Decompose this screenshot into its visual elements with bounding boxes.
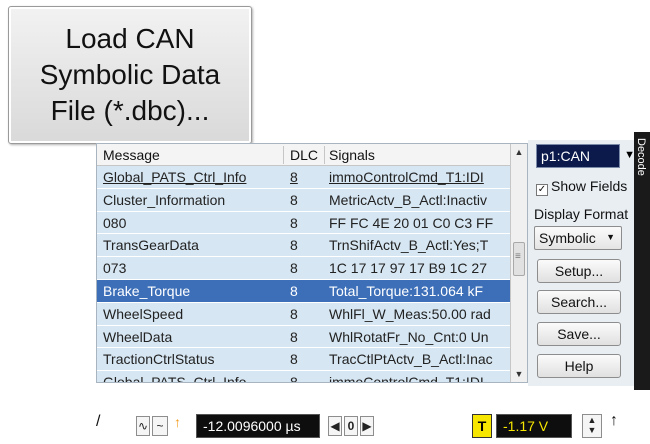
decode-tab[interactable]: Decode <box>634 132 650 390</box>
row-dlc: 8 <box>290 351 298 368</box>
row-dlc: 8 <box>290 191 298 208</box>
trigger-button[interactable]: T <box>472 414 492 438</box>
header-message[interactable]: Message <box>103 147 285 163</box>
table-row[interactable]: TractionCtrlStatus 8 TracCtlPtActv_B_Act… <box>97 348 511 372</box>
row-dlc: 8 <box>290 374 298 383</box>
row-signals: FF FC 4E 20 01 C0 C3 FF <box>329 214 494 231</box>
load-button-line-1: Load CAN <box>65 23 195 54</box>
table-vertical-scrollbar[interactable]: ▲ ▼ <box>510 144 527 382</box>
row-message: WheelSpeed <box>103 305 184 322</box>
show-fields-checkbox[interactable]: ✓ Show Fields <box>536 178 627 196</box>
row-message: Global_PATS_Ctrl_Info <box>103 169 247 185</box>
row-dlc: 8 <box>290 305 298 322</box>
scrollbar-thumb[interactable] <box>513 242 525 276</box>
row-signals: TrnShifActv_B_Actl:Yes;T <box>329 237 489 254</box>
table-row[interactable]: Cluster_Information 8 MetricActv_B_Actl:… <box>97 188 511 212</box>
row-signals: TracCtlPtActv_B_Actl:Inac <box>329 351 493 368</box>
channel-select[interactable]: p1:CAN ▼ <box>536 144 635 168</box>
bottom-toolbar: / ∿ ~ ↑ -12.0096000 µs ◀ 0 ▶ T -1.17 V ▲… <box>96 404 650 444</box>
row-message: TractionCtrlStatus <box>103 351 215 368</box>
row-signals: immoControlCmd_T1:IDI <box>329 374 484 383</box>
level-spinner-icon[interactable]: ▲ ▼ <box>582 414 602 438</box>
message-table: Message DLC Signals Global_PATS_Ctrl_Inf… <box>96 143 528 383</box>
header-dlc[interactable]: DLC <box>290 147 326 163</box>
row-dlc: 8 <box>290 260 298 277</box>
row-message: WheelData <box>103 328 173 345</box>
nav-right-icon[interactable]: ▶ <box>360 416 374 436</box>
trigger-edge-icon: ↑ <box>610 412 618 429</box>
display-format-label: Display Format <box>534 206 629 222</box>
table-rows: Global_PATS_Ctrl_Info 8 immoControlCmd_T… <box>97 166 511 383</box>
row-signals: WhlRotatFr_No_Cnt:0 Un <box>329 328 489 345</box>
triangle-down-icon[interactable]: ▼ <box>511 366 527 382</box>
header-signals[interactable]: Signals <box>329 147 505 163</box>
setup-button[interactable]: Setup... <box>537 259 621 283</box>
table-row[interactable]: Global_PATS_Ctrl_Info 8 immoControlCmd_T… <box>97 371 511 383</box>
display-format-value: Symbolic <box>539 230 596 246</box>
triangle-up-icon[interactable]: ▲ <box>511 144 527 160</box>
row-dlc: 8 <box>290 214 298 231</box>
row-signals: WhlFl_W_Meas:50.00 rad <box>329 305 491 322</box>
trigger-level-field[interactable]: -1.17 V <box>496 414 572 438</box>
row-dlc: 8 <box>290 328 298 345</box>
row-signals: Total_Torque:131.064 kF <box>329 282 484 299</box>
channel-select-value: p1:CAN <box>541 148 591 164</box>
help-button[interactable]: Help <box>537 354 621 378</box>
row-message: Cluster_Information <box>103 191 226 208</box>
table-row-selected[interactable]: Brake_Torque 8 Total_Torque:131.064 kF <box>97 279 511 303</box>
row-message: 073 <box>103 260 127 277</box>
chevron-down-icon: ▼ <box>606 232 615 242</box>
search-button[interactable]: Search... <box>537 290 621 314</box>
table-row[interactable]: TransGearData 8 TrnShifActv_B_Actl:Yes;T <box>97 234 511 258</box>
save-button[interactable]: Save... <box>537 322 621 346</box>
waveform-icon[interactable]: ∿ <box>136 416 150 436</box>
row-message: Global_PATS_Ctrl_Info <box>103 374 247 383</box>
decode-tab-label: Decode <box>635 138 647 176</box>
row-message: Brake_Torque <box>103 282 191 299</box>
edge-marker-icon: ↑ <box>174 414 181 430</box>
load-can-symbolic-data-button[interactable]: Load CAN Symbolic Data File (*.dbc)... <box>8 6 252 144</box>
load-button-line-2: Symbolic Data <box>39 59 221 90</box>
nav-value[interactable]: 0 <box>344 416 358 436</box>
table-header: Message DLC Signals <box>97 144 511 166</box>
table-row[interactable]: Global_PATS_Ctrl_Info 8 immoControlCmd_T… <box>97 166 511 189</box>
sine-wave-icon[interactable]: ~ <box>152 416 168 436</box>
row-message: TransGearData <box>103 237 199 254</box>
load-button-line-3: File (*.dbc)... <box>50 95 210 126</box>
table-row[interactable]: 080 8 FF FC 4E 20 01 C0 C3 FF <box>97 211 511 235</box>
display-format-select[interactable]: Symbolic ▼ <box>534 226 622 250</box>
row-signals: immoControlCmd_T1:IDI <box>329 169 484 185</box>
row-signals: MetricActv_B_Actl:Inactiv <box>329 191 487 208</box>
checkbox-checked-icon[interactable]: ✓ <box>536 184 548 196</box>
table-row[interactable]: WheelData 8 WhlRotatFr_No_Cnt:0 Un <box>97 325 511 349</box>
slash-mark: / <box>96 413 101 430</box>
row-dlc: 8 <box>290 237 298 254</box>
row-dlc: 8 <box>290 169 298 185</box>
row-signals: 1C 17 17 97 17 B9 1C 27 <box>329 260 488 277</box>
row-dlc: 8 <box>290 282 298 299</box>
table-row[interactable]: 073 8 1C 17 17 97 17 B9 1C 27 <box>97 257 511 280</box>
show-fields-label: Show Fields <box>551 178 628 194</box>
time-value-field[interactable]: -12.0096000 µs <box>196 414 320 438</box>
table-row[interactable]: WheelSpeed 8 WhlFl_W_Meas:50.00 rad <box>97 302 511 326</box>
nav-left-icon[interactable]: ◀ <box>328 416 342 436</box>
row-message: 080 <box>103 214 127 231</box>
